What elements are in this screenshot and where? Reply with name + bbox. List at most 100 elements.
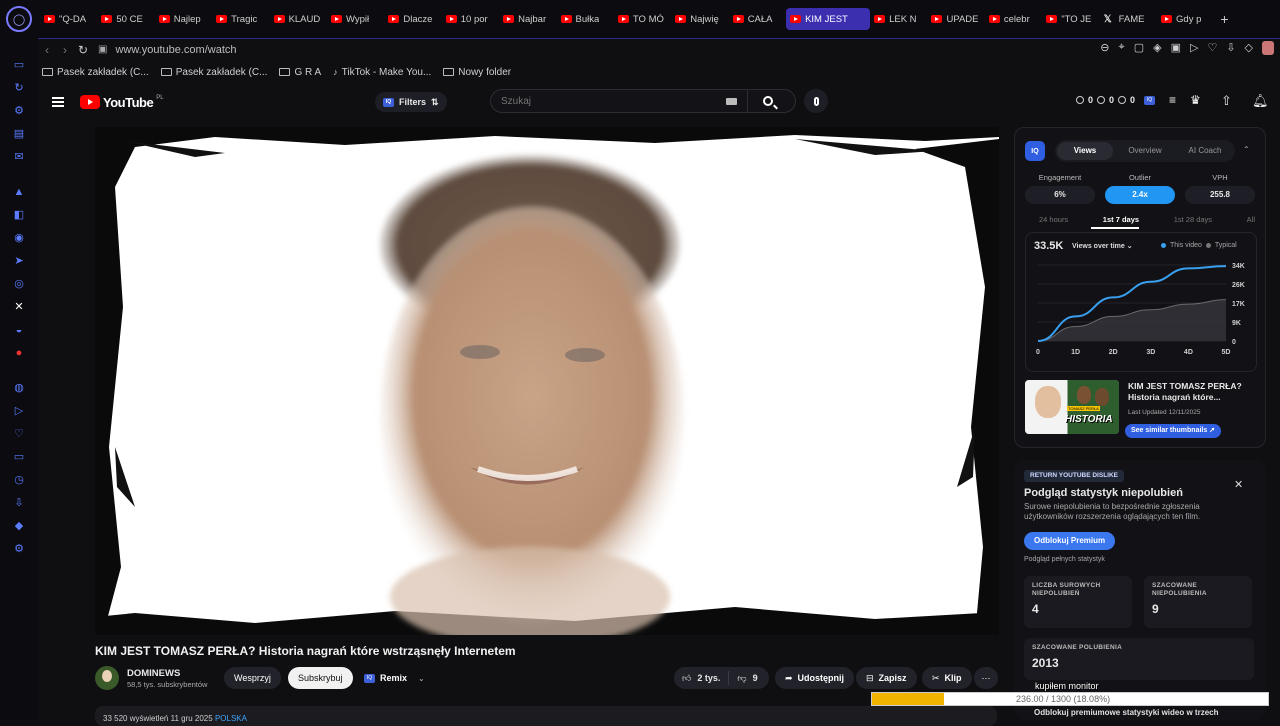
search-button[interactable]: [747, 90, 787, 112]
telegram-icon[interactable]: ➤: [12, 254, 26, 268]
chevron-up-icon[interactable]: ⌃: [1243, 145, 1250, 154]
similar-thumbnails-button[interactable]: See similar thumbnails ➚: [1125, 424, 1222, 438]
vidiq-icon[interactable]: IQ: [1144, 95, 1155, 105]
bookmark-item[interactable]: G R A: [279, 67, 321, 78]
tab-ai-coach[interactable]: AI Coach: [1177, 142, 1233, 160]
clock-icon[interactable]: ◷: [12, 473, 26, 487]
profile-avatar[interactable]: [1262, 41, 1274, 55]
more-actions-button[interactable]: ⋯: [974, 667, 998, 689]
pin-icon[interactable]: ⌖: [1118, 41, 1124, 55]
browser-tab[interactable]: 𝕏 FAME: [1100, 8, 1157, 30]
tab-overview[interactable]: Overview: [1117, 142, 1173, 160]
browser-tab[interactable]: CAŁA: [729, 8, 786, 30]
reload-icon[interactable]: ↻: [74, 43, 92, 57]
ai-icon[interactable]: ▲: [12, 185, 26, 199]
browser-tab[interactable]: 50 CE: [97, 8, 154, 30]
url-field[interactable]: www.youtube.com/watch: [115, 44, 236, 56]
dislike-button[interactable]: 👎︎ 9: [729, 673, 765, 684]
twitch-icon[interactable]: ◧: [12, 208, 26, 222]
menu-icon[interactable]: [52, 97, 64, 107]
range-7d[interactable]: 1st 7 days: [1103, 215, 1139, 224]
browser-tab[interactable]: celebr: [985, 8, 1042, 30]
filters-button[interactable]: IQ Filters ⇅: [375, 92, 447, 112]
browser-tab[interactable]: "Q-DA: [40, 8, 97, 30]
range-28d[interactable]: 1st 28 days: [1174, 215, 1212, 224]
browser-tab[interactable]: Tragic: [212, 8, 269, 30]
settings-icon[interactable]: ⚙: [12, 542, 26, 556]
like-button[interactable]: 👍︎ 2 tys.: [674, 671, 730, 685]
browser-tab[interactable]: Najbar: [499, 8, 556, 30]
hashtag-link[interactable]: POLSKA: [215, 714, 247, 723]
shield-icon[interactable]: ◈: [1153, 41, 1161, 55]
spotify-icon[interactable]: ◍: [12, 381, 26, 395]
browser-logo-icon[interactable]: ◯: [6, 6, 32, 32]
browser-tab[interactable]: KLAUD: [270, 8, 327, 30]
new-tab-button[interactable]: +: [1220, 11, 1228, 27]
notes-icon[interactable]: ▤: [12, 127, 26, 141]
save-button[interactable]: ⊟ Zapisz: [856, 667, 917, 689]
description-box[interactable]: 33 520 wyświetleń 11 gru 2025 POLSKA: [95, 706, 997, 726]
history-icon[interactable]: ↻: [12, 81, 26, 95]
voice-search-button[interactable]: [804, 89, 828, 113]
bookmark-item[interactable]: Nowy folder: [443, 67, 511, 78]
extensions-icon[interactable]: ⚙: [12, 104, 26, 118]
close-icon[interactable]: ✕: [1234, 478, 1243, 491]
forward-arrow-icon[interactable]: ›: [56, 43, 74, 57]
heart-icon[interactable]: ♡: [12, 427, 26, 441]
discord-icon[interactable]: ◒: [12, 323, 26, 337]
tab-views[interactable]: Views: [1057, 142, 1113, 160]
back-arrow-icon[interactable]: ‹: [38, 43, 56, 57]
browser-tab[interactable]: UPADE: [927, 8, 984, 30]
download-icon[interactable]: ⇩: [1226, 41, 1235, 55]
remix-button[interactable]: IQ Remix ⌄: [362, 667, 435, 689]
browser-tab[interactable]: TO MÓ: [614, 8, 671, 30]
range-24h[interactable]: 24 hours: [1039, 215, 1068, 224]
snapshot-icon[interactable]: ▣: [1171, 41, 1181, 55]
browser-tab[interactable]: Dlacze: [384, 8, 441, 30]
browser-tab[interactable]: Bułka: [557, 8, 614, 30]
notifications-icon[interactable]: 🔔︎: [1252, 93, 1269, 109]
trophy-icon[interactable]: ♛: [1190, 93, 1201, 107]
browser-tab[interactable]: Najlep: [155, 8, 212, 30]
extension-icon[interactable]: ◇: [1245, 41, 1253, 55]
search-input[interactable]: [491, 95, 726, 107]
share-button[interactable]: ➦ Udostępnij: [775, 667, 855, 689]
browser-tab[interactable]: "TO JE: [1042, 8, 1099, 30]
browser-tab[interactable]: Najwię: [671, 8, 728, 30]
clip-button[interactable]: ✂ Klip: [922, 667, 972, 689]
mail-icon[interactable]: ✉: [12, 150, 26, 164]
messenger-chat-icon[interactable]: ◉: [12, 231, 26, 245]
video-player[interactable]: [95, 127, 999, 635]
youtube-logo[interactable]: YouTube PL: [80, 95, 164, 110]
instagram-icon[interactable]: ◎: [12, 277, 26, 291]
browser-tab[interactable]: Gdy p: [1157, 8, 1214, 30]
browser-tab[interactable]: 10 por: [442, 8, 499, 30]
lines-icon[interactable]: ≡: [1169, 93, 1176, 107]
channel-avatar[interactable]: [95, 666, 119, 690]
send-icon[interactable]: ▷: [12, 404, 26, 418]
downloads-icon[interactable]: ⇩: [12, 496, 26, 510]
zoom-icon[interactable]: ⊖: [1100, 41, 1109, 55]
heart-icon[interactable]: ♡: [1207, 41, 1217, 55]
bookmark-item[interactable]: Pasek zakładek (C...: [160, 67, 267, 78]
play-icon[interactable]: ▷: [1190, 41, 1198, 55]
browser-tab[interactable]: KIM JEST: [786, 8, 871, 30]
bookmark-icon[interactable]: ▢: [1134, 41, 1144, 55]
music-icon[interactable]: ●: [12, 346, 26, 360]
bookmark-item[interactable]: Pasek zakładek (C...: [42, 67, 149, 78]
keyboard-icon[interactable]: [726, 97, 737, 105]
browser-tab[interactable]: Wypił: [327, 8, 384, 30]
channel-name[interactable]: DOMINEWS: [127, 668, 207, 679]
upload-icon[interactable]: ⇧: [1221, 93, 1232, 109]
unlock-premium-button[interactable]: Odblokuj Premium: [1024, 532, 1116, 550]
cube-icon[interactable]: ◆: [12, 519, 26, 533]
support-button[interactable]: Wesprzyj: [224, 667, 281, 689]
x-icon[interactable]: ✕: [12, 300, 26, 314]
video-thumbnail[interactable]: TOMASZ PERŁA HISTORIA: [1025, 380, 1119, 434]
bookmark-item[interactable]: ♪ TikTok - Make You...: [333, 67, 431, 78]
range-all[interactable]: All: [1247, 215, 1255, 224]
browser-tab[interactable]: LEK N: [870, 8, 927, 30]
wallet-icon[interactable]: ▭: [12, 450, 26, 464]
messenger-icon[interactable]: ▭: [12, 58, 26, 72]
subscribe-button[interactable]: Subskrybuj: [288, 667, 353, 689]
